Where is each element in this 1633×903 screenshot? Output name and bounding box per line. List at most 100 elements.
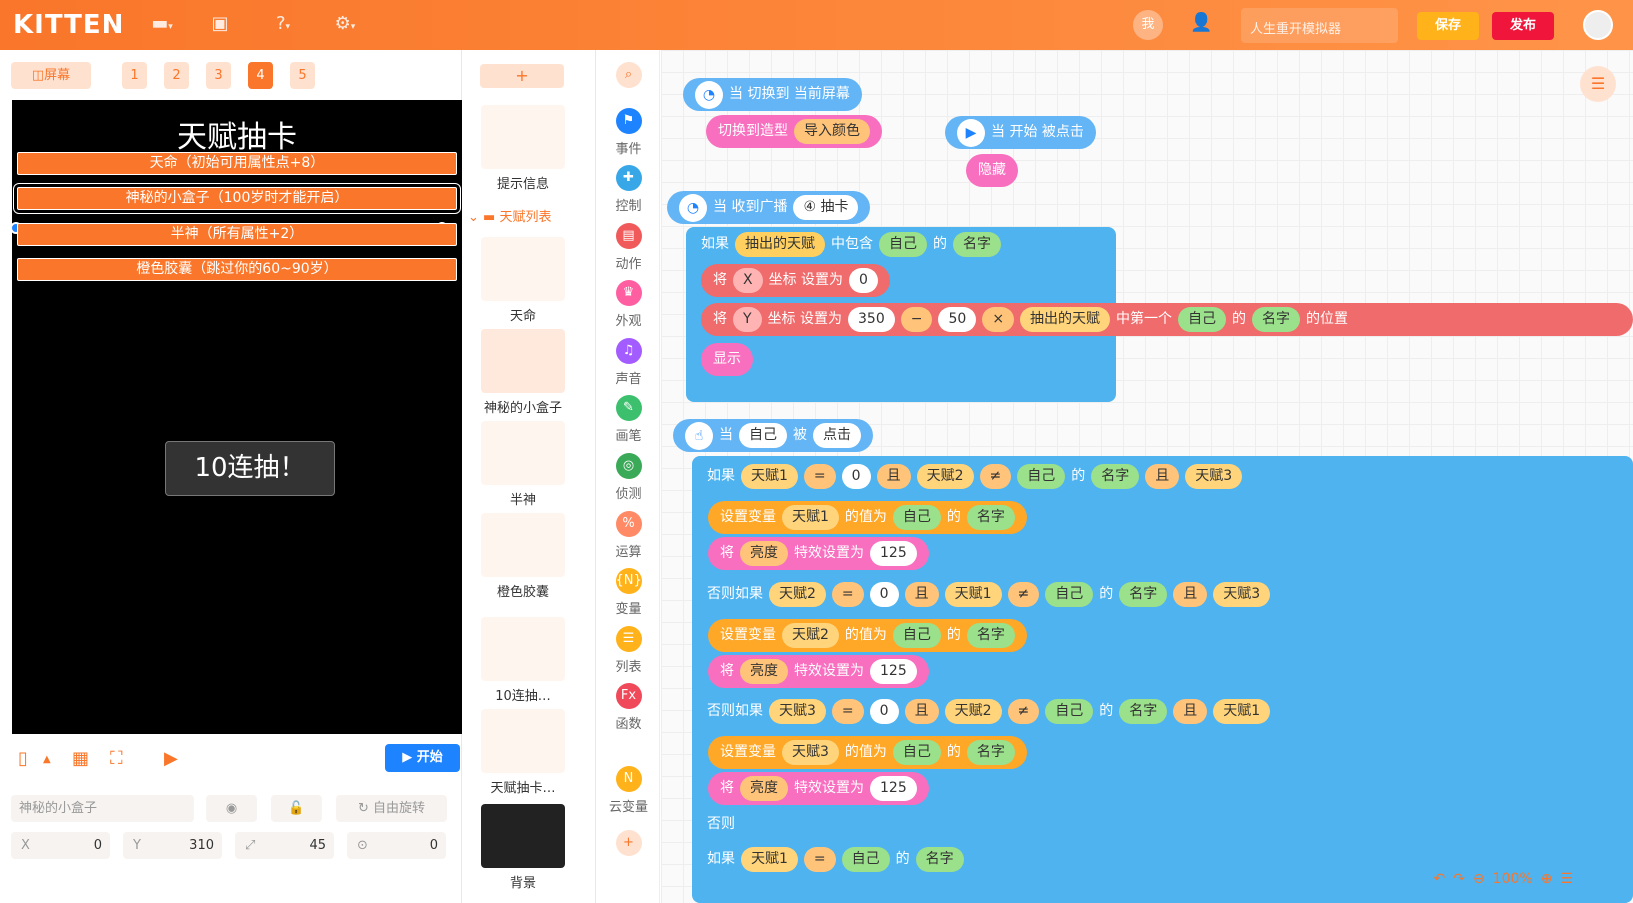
operator-select[interactable]: ≠ xyxy=(1007,699,1040,724)
category-sound[interactable]: ♫ 声音 xyxy=(597,338,660,387)
broadcast-select[interactable]: ④ 抽卡 xyxy=(793,195,859,220)
category-looks[interactable]: ♛ 外观 xyxy=(597,280,660,329)
hat-block-self-clicked[interactable]: ☝ 当自己被点击 xyxy=(673,419,873,452)
block-set-x[interactable]: 将 X 坐标 设置为 0 xyxy=(701,264,890,297)
category-sensing[interactable]: ◎ 侦测 xyxy=(597,453,660,502)
category-events[interactable]: ⚑ 事件 xyxy=(597,108,660,157)
property-select[interactable]: 名字 xyxy=(915,847,964,872)
category-cloud-variables[interactable]: N 云变量 xyxy=(597,766,660,815)
screen-tab-3[interactable]: 3 xyxy=(206,62,231,89)
block-set-variable[interactable]: 设置变量 天赋2 的值为 自己的名字 xyxy=(708,619,1027,652)
property-select[interactable]: 名字 xyxy=(966,505,1015,530)
sprite-select[interactable]: 自己 xyxy=(841,847,890,872)
value-input[interactable]: 0 xyxy=(841,464,871,489)
property-select[interactable]: 名字 xyxy=(1091,464,1140,489)
screen-tab-5[interactable]: 5 xyxy=(290,62,315,89)
stage-canvas[interactable]: 天赋抽卡 天命（初始可用属性点+8） 神秘的小盒子（100岁时才能开启） 半神（… xyxy=(10,100,462,734)
folder-icon[interactable]: ▬▾ xyxy=(147,13,177,37)
grid-icon[interactable]: ▦ xyxy=(72,748,89,769)
device-icon[interactable]: ▯ xyxy=(18,748,28,769)
variable-select[interactable]: 天赋1 xyxy=(741,464,798,489)
sprite-select[interactable]: 自己 xyxy=(1045,582,1094,607)
effect-select[interactable]: 亮度 xyxy=(740,541,788,566)
zoom-out-icon[interactable]: ⊖ xyxy=(1473,871,1485,887)
screen-tab-4[interactable]: 4 xyxy=(248,62,273,89)
screen-tab-2[interactable]: 2 xyxy=(164,62,189,89)
variable-select[interactable]: 天赋1 xyxy=(1213,699,1271,724)
angle-field[interactable]: ⊙ 0 xyxy=(347,832,446,859)
category-motion[interactable]: ▤ 动作 xyxy=(597,223,660,272)
sprite-item[interactable]: 提示信息 xyxy=(481,105,565,192)
talent-item[interactable]: 天命（初始可用属性点+8） xyxy=(17,152,457,175)
block-set-y[interactable]: 将 Y 坐标 设置为 350−50 × 抽出的天赋 中第一个 自己的名字 的位置 xyxy=(701,303,1633,336)
property-select[interactable]: 名字 xyxy=(966,623,1015,648)
sprite-select[interactable]: 自己 xyxy=(892,623,941,648)
sprite-select[interactable]: 自己 xyxy=(1045,699,1094,724)
block-set-effect[interactable]: 将亮度 特效设置为 125 xyxy=(708,537,929,570)
add-sprite-button[interactable]: + xyxy=(480,64,564,88)
list-select[interactable]: 抽出的天赋 xyxy=(735,232,825,257)
category-operators[interactable]: % 运算 xyxy=(597,511,660,560)
effect-select[interactable]: 亮度 xyxy=(740,659,788,684)
sprite-item[interactable]: 半神 xyxy=(481,421,565,508)
eye-icon[interactable]: ◉ xyxy=(206,795,257,822)
logic-select[interactable]: 且 xyxy=(876,464,911,489)
gear-icon[interactable]: ⚙▾ xyxy=(330,13,360,37)
add-extension-button[interactable]: + xyxy=(597,830,660,860)
category-functions[interactable]: Fx 函数 xyxy=(597,683,660,732)
hat-block-start-clicked[interactable]: ▶ 当 开始 被点击 xyxy=(945,116,1096,149)
category-control[interactable]: ✚ 控制 xyxy=(597,165,660,214)
variable-select[interactable]: 天赋2 xyxy=(782,623,839,648)
search-icon[interactable]: ⌕ xyxy=(597,62,660,92)
sprite-name-field[interactable]: 神秘的小盒子 xyxy=(11,795,194,822)
variable-select[interactable]: 天赋3 xyxy=(1185,464,1243,489)
property-select[interactable]: 名字 xyxy=(1119,582,1168,607)
category-pen[interactable]: ✎ 画笔 xyxy=(597,395,660,444)
sprite-item-selected[interactable]: 神秘的小盒子 xyxy=(481,329,565,416)
sprite-item[interactable]: 天赋抽卡… xyxy=(481,709,565,796)
sprite-select[interactable]: 自己 xyxy=(739,423,787,448)
value-input[interactable]: 125 xyxy=(870,541,917,566)
block-set-effect[interactable]: 将亮度 特效设置为 125 xyxy=(708,772,929,805)
undo-icon[interactable]: ↶ xyxy=(1433,871,1445,887)
project-name-input[interactable]: 人生重开模拟器 xyxy=(1241,8,1398,43)
logic-select[interactable]: 且 xyxy=(1145,464,1180,489)
operator-select[interactable]: = xyxy=(803,847,836,872)
variable-select[interactable]: 天赋1 xyxy=(944,582,1002,607)
property-select[interactable]: 名字 xyxy=(1252,307,1301,332)
screen-button[interactable]: ◫屏幕 xyxy=(11,62,91,89)
block-set-variable[interactable]: 设置变量 天赋3 的值为 自己的名字 xyxy=(708,736,1027,769)
value-input[interactable]: 125 xyxy=(870,776,917,801)
logic-select[interactable]: 且 xyxy=(904,699,939,724)
sprite-select[interactable]: 自己 xyxy=(879,232,927,257)
operator-select[interactable]: − xyxy=(900,307,933,332)
operator-select[interactable]: = xyxy=(831,699,864,724)
event-select[interactable]: 点击 xyxy=(813,423,861,448)
value-input[interactable]: 125 xyxy=(870,659,917,684)
operator-select[interactable]: ≠ xyxy=(1007,582,1040,607)
talent-item[interactable]: 橙色胶囊（跳过你的60~90岁） xyxy=(17,258,457,281)
rotation-mode-select[interactable]: ↻ 自由旋转 xyxy=(336,795,447,822)
sprite-select[interactable]: 自己 xyxy=(1017,464,1066,489)
screen-tab-1[interactable]: 1 xyxy=(122,62,147,89)
value-input[interactable]: 50 xyxy=(938,307,977,332)
help-icon[interactable]: ?▾ xyxy=(268,13,298,37)
operator-select[interactable]: = xyxy=(831,582,864,607)
avatar[interactable] xyxy=(1583,10,1613,40)
category-lists[interactable]: ☰ 列表 xyxy=(597,626,660,675)
x-field[interactable]: X0 xyxy=(11,832,110,859)
operator-select[interactable]: = xyxy=(803,464,836,489)
costume-select[interactable]: 导入颜色 xyxy=(794,119,870,144)
variable-select[interactable]: 天赋2 xyxy=(769,582,826,607)
block-list-icon[interactable]: ☰ xyxy=(1580,66,1616,102)
me-badge[interactable]: 我 xyxy=(1133,10,1163,40)
operator-select[interactable]: × xyxy=(982,307,1015,332)
operator-select[interactable]: ≠ xyxy=(979,464,1012,489)
draw-ten-button[interactable]: 10连抽！ xyxy=(165,441,335,496)
property-select[interactable]: 名字 xyxy=(966,740,1015,765)
size-field[interactable]: ⤢ 45 xyxy=(235,832,334,859)
variable-select[interactable]: 天赋2 xyxy=(916,464,974,489)
logic-select[interactable]: 且 xyxy=(1173,699,1208,724)
variable-select[interactable]: 天赋2 xyxy=(944,699,1002,724)
backpack-icon[interactable]: ▣ xyxy=(205,13,235,37)
